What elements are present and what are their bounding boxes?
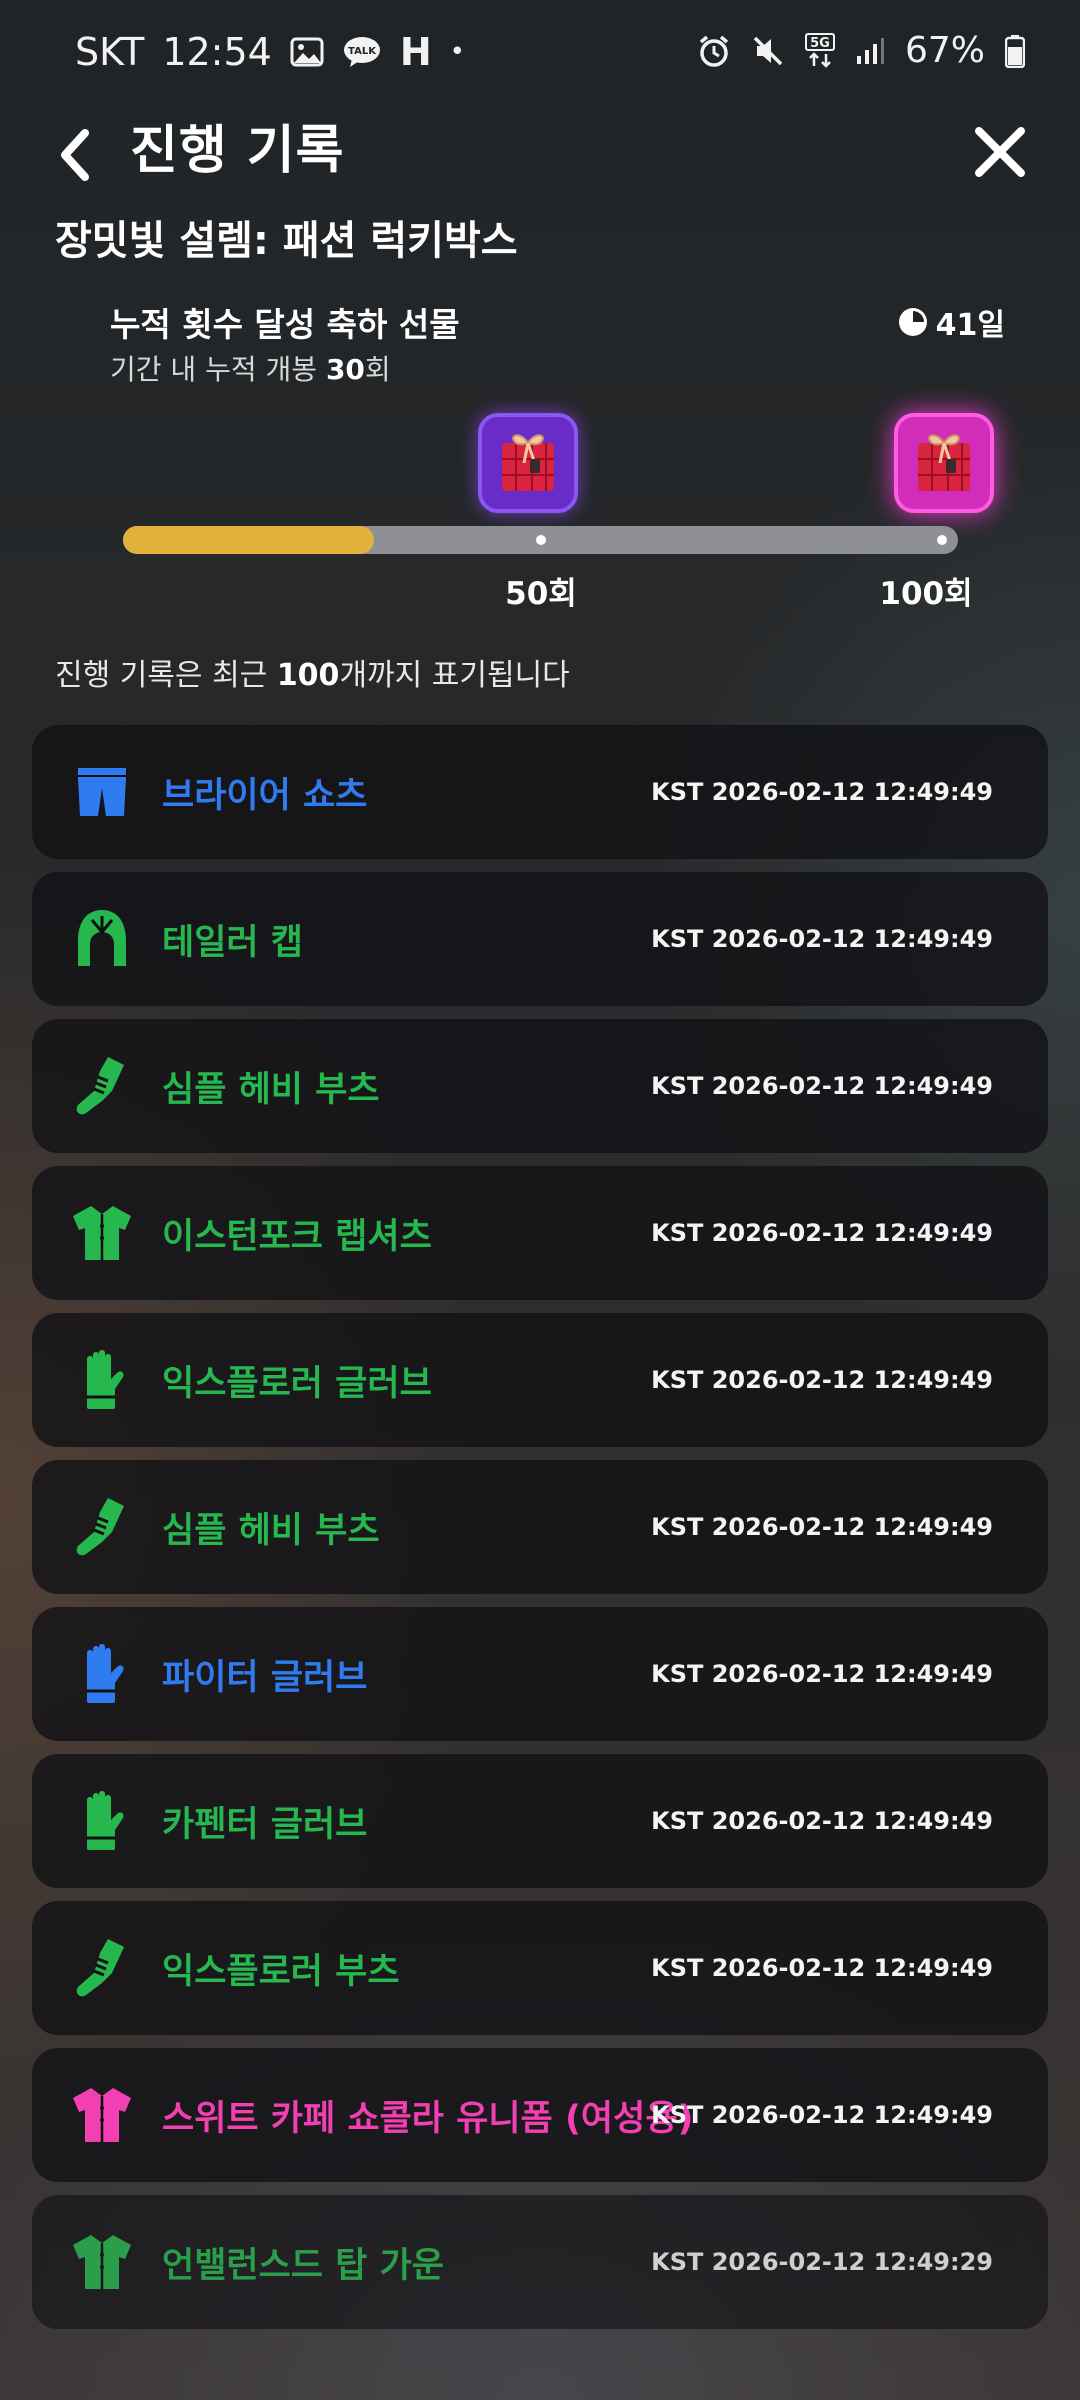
close-button[interactable] — [960, 112, 1040, 192]
history-row[interactable]: 익스플로러 글러브 KST 2026-02-12 12:49:49 — [32, 1313, 1048, 1447]
history-list[interactable]: 브라이어 쇼츠 KST 2026-02-12 12:49:49 테일러 캡 KST 2… — [32, 725, 1048, 2342]
history-note-prefix: 진행 기록은 최근 — [55, 658, 277, 693]
history-item-name: 파이터 글러브 — [162, 1657, 368, 1698]
history-item-time: KST 2026-02-12 12:49:49 — [651, 1513, 993, 1541]
cap-icon — [68, 905, 136, 973]
back-button[interactable] — [45, 115, 105, 195]
clock-icon — [898, 308, 927, 336]
reward-desc-suffix: 회 — [364, 353, 391, 386]
milestone-dot-100 — [937, 535, 947, 545]
history-note: 진행 기록은 최근 100개까지 표기됩니다 — [55, 650, 570, 694]
kakaotalk-icon: TALK — [342, 35, 382, 69]
gift-bag-icon — [502, 434, 554, 491]
boots-icon — [68, 1934, 136, 2002]
shorts-icon — [68, 758, 136, 826]
battery-percent: 67% — [904, 30, 985, 71]
history-item-time: KST 2026-02-12 12:49:49 — [651, 1219, 993, 1247]
history-item-time: KST 2026-02-12 12:49:49 — [651, 1072, 993, 1100]
page-title: 진행 기록 — [130, 121, 345, 181]
history-row[interactable]: 심플 헤비 부츠 KST 2026-02-12 12:49:49 — [32, 1019, 1048, 1153]
history-row[interactable]: 테일러 캡 KST 2026-02-12 12:49:49 — [32, 872, 1048, 1006]
gift-bag-icon — [918, 434, 970, 491]
history-item-time: KST 2026-02-12 12:49:49 — [651, 2101, 993, 2129]
mute-icon — [751, 34, 785, 68]
talk-badge-text: TALK — [348, 46, 377, 57]
history-item-time: KST 2026-02-12 12:49:29 — [651, 2248, 993, 2276]
network-5g-icon: 5G — [804, 32, 835, 69]
history-item-name: 심플 헤비 부츠 — [162, 1069, 380, 1110]
milestone-gift-100[interactable] — [894, 413, 994, 513]
boots-icon — [68, 1052, 136, 1120]
history-item-name: 카펜터 글러브 — [162, 1804, 368, 1845]
days-left-label: 41일 — [935, 308, 1005, 343]
glove-icon — [68, 1346, 136, 1414]
history-item-time: KST 2026-02-12 12:49:49 — [651, 1660, 993, 1688]
history-item-name: 익스플로러 부츠 — [162, 1951, 400, 1992]
history-row[interactable]: 언밸런스드 탑 가운 KST 2026-02-12 12:49:29 — [32, 2195, 1048, 2329]
milestone-dot-50 — [536, 535, 546, 545]
reward-name: 누적 횟수 달성 축하 선물 — [110, 305, 460, 344]
chevron-left-icon — [61, 129, 89, 181]
shirt-icon — [68, 1199, 136, 1267]
status-bar: SKT 12:54 TALK H • 5G 67% — [0, 0, 1080, 110]
history-note-suffix: 개까지 표기됩니다 — [339, 658, 570, 693]
history-row[interactable]: 카펜터 글러브 KST 2026-02-12 12:49:49 — [32, 1754, 1048, 1888]
glove-icon — [68, 1640, 136, 1708]
boots-icon — [68, 1493, 136, 1561]
history-row[interactable]: 이스턴포크 랩셔츠 KST 2026-02-12 12:49:49 — [32, 1166, 1048, 1300]
history-item-time: KST 2026-02-12 12:49:49 — [651, 925, 993, 953]
progress-track — [123, 526, 958, 554]
history-row[interactable]: 파이터 글러브 KST 2026-02-12 12:49:49 — [32, 1607, 1048, 1741]
reward-desc-count: 30 — [325, 353, 365, 386]
history-row[interactable]: 익스플로러 부츠 KST 2026-02-12 12:49:49 — [32, 1901, 1048, 2035]
h-app-icon: H — [399, 30, 432, 74]
app-header: 진행 기록 — [0, 100, 1080, 220]
clock: 12:54 — [162, 30, 272, 74]
history-row[interactable]: 브라이어 쇼츠 KST 2026-02-12 12:49:49 — [32, 725, 1048, 859]
close-icon — [975, 127, 1025, 177]
milestone-label-100: 100회 — [879, 576, 973, 612]
history-item-name: 테일러 캡 — [162, 922, 303, 963]
alarm-icon — [697, 34, 731, 68]
event-title: 장밋빛 설렘: 패션 럭키박스 — [55, 218, 518, 264]
reward-desc-prefix: 기간 내 누적 개봉 — [110, 353, 326, 386]
milestone-label-50: 50회 — [505, 576, 577, 612]
history-item-time: KST 2026-02-12 12:49:49 — [651, 1366, 993, 1394]
carrier-label: SKT — [75, 30, 145, 74]
history-item-name: 이스턴포크 랩셔츠 — [162, 1216, 432, 1257]
reward-description: 기간 내 누적 개봉 30회 — [110, 348, 391, 388]
more-notifications-dot: • — [449, 37, 465, 67]
history-item-name: 브라이어 쇼츠 — [162, 775, 368, 816]
shirt-icon — [68, 2081, 136, 2149]
history-item-name: 익스플로러 글러브 — [162, 1363, 432, 1404]
history-item-time: KST 2026-02-12 12:49:49 — [651, 1954, 993, 1982]
milestone-gift-50[interactable] — [478, 413, 578, 513]
history-item-time: KST 2026-02-12 12:49:49 — [651, 778, 993, 806]
history-item-name: 심플 헤비 부츠 — [162, 1510, 380, 1551]
history-item-name: 스위트 카페 쇼콜라 유니폼 (여성용) — [162, 2098, 694, 2139]
battery-icon — [1005, 34, 1025, 68]
status-left: SKT 12:54 TALK H • — [75, 30, 465, 74]
history-item-name: 언밸런스드 탑 가운 — [162, 2245, 444, 2286]
network-type-text: 5G — [810, 36, 830, 51]
glove-icon — [68, 1787, 136, 1855]
gallery-icon — [290, 37, 324, 67]
status-right: 5G 67% — [697, 30, 1025, 71]
shirt-icon — [68, 2228, 136, 2296]
history-row[interactable]: 스위트 카페 쇼콜라 유니폼 (여성용) KST 2026-02-12 12:49… — [32, 2048, 1048, 2182]
progress-fill — [123, 526, 374, 554]
history-item-time: KST 2026-02-12 12:49:49 — [651, 1807, 993, 1835]
days-left: 41일 — [898, 300, 1005, 344]
signal-icon — [855, 36, 885, 66]
history-row[interactable]: 심플 헤비 부츠 KST 2026-02-12 12:49:49 — [32, 1460, 1048, 1594]
history-note-count: 100 — [276, 658, 340, 693]
